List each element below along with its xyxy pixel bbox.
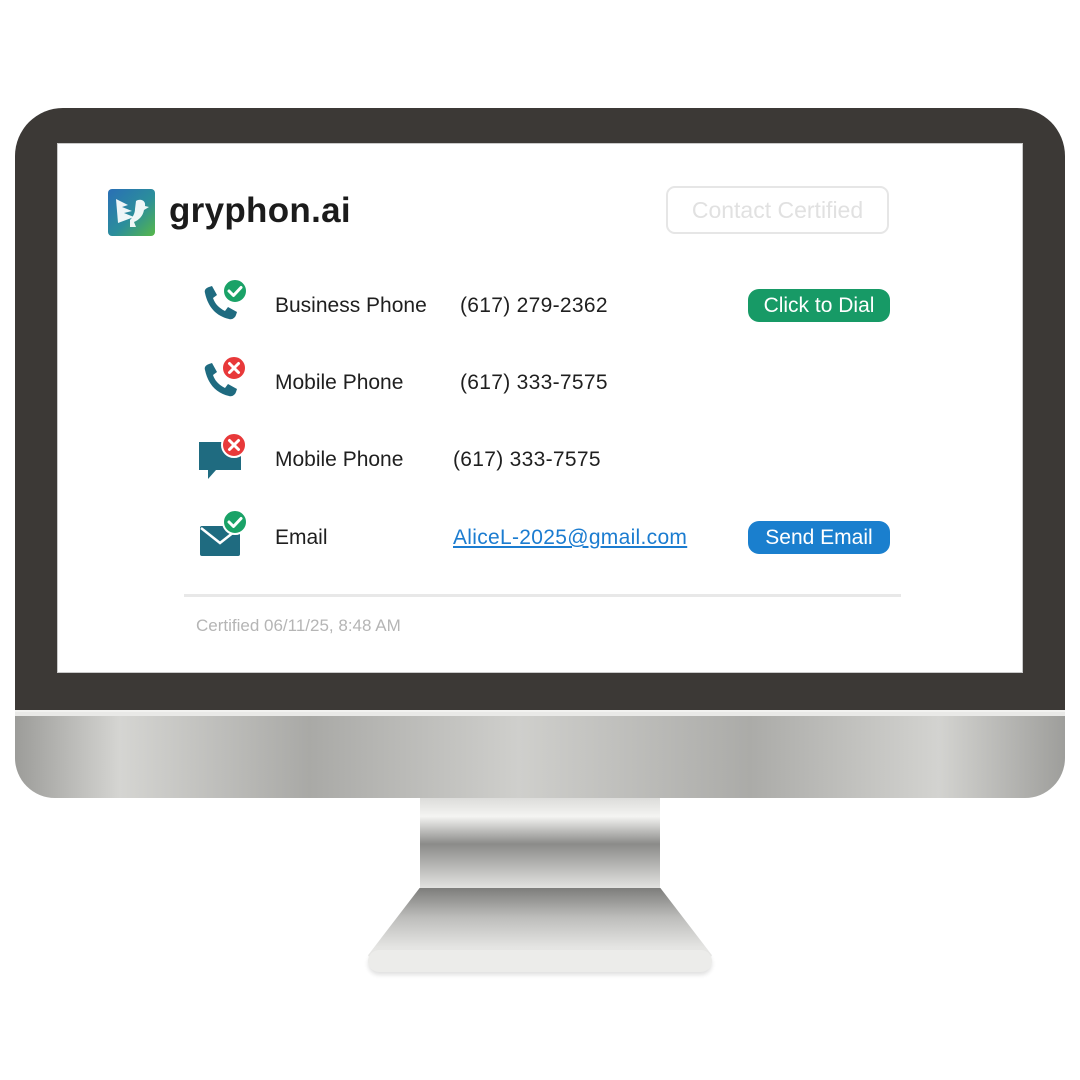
gryphon-logo-icon [108, 189, 155, 236]
phone-blocked-icon [196, 355, 252, 411]
check-circle-icon [222, 278, 248, 304]
brand-name: gryphon.ai [169, 191, 351, 230]
contact-row-business-phone: Business Phone (617) 279-2362 Click to D… [58, 278, 1024, 334]
divider [184, 594, 901, 597]
sms-blocked-icon [196, 432, 252, 488]
email-link[interactable]: AliceL-2025@gmail.com [453, 526, 687, 550]
email-verified-icon [196, 509, 252, 566]
click-to-dial-button[interactable]: Click to Dial [748, 289, 890, 322]
contact-row-mobile-sms: Mobile Phone (617) 333-7575 [58, 432, 1024, 488]
contact-label: Mobile Phone [275, 448, 404, 471]
screen: gryphon.ai Contact Certified Business Ph… [57, 143, 1023, 673]
contact-certified-badge: Contact Certified [666, 186, 889, 234]
monitor-chin [15, 712, 1065, 798]
contact-value: (617) 333-7575 [460, 371, 608, 394]
phone-verified-icon [196, 278, 252, 334]
send-email-button[interactable]: Send Email [748, 521, 890, 554]
certified-timestamp: Certified 06/11/25, 8:48 AM [196, 616, 401, 635]
contact-row-email: Email AliceL-2025@gmail.com Send Email [58, 509, 1024, 566]
monitor-stand-rim [368, 950, 712, 972]
contact-label: Business Phone [275, 294, 427, 317]
contact-label: Mobile Phone [275, 371, 404, 394]
contact-label: Email [275, 526, 328, 549]
contact-value: (617) 279-2362 [460, 294, 608, 317]
contact-row-mobile-phone: Mobile Phone (617) 333-7575 [58, 355, 1024, 411]
check-circle-icon [222, 509, 248, 535]
monitor-stand-neck [420, 798, 660, 890]
contact-value: (617) 333-7575 [453, 448, 601, 471]
